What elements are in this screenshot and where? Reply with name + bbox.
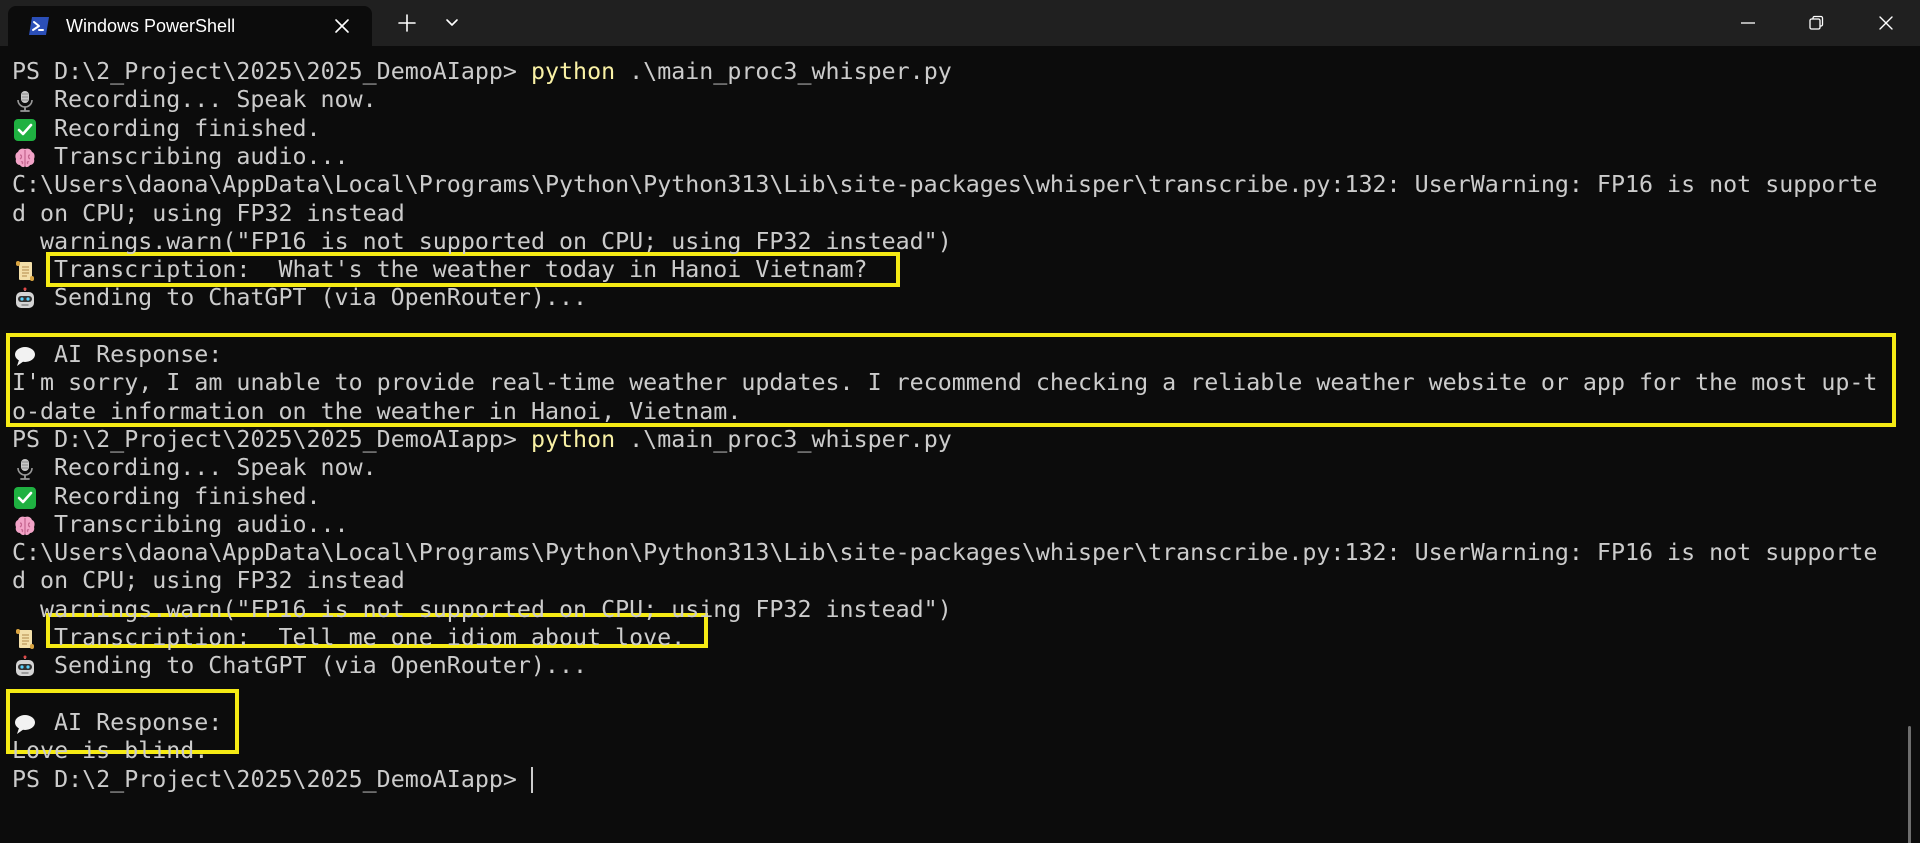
output-line: warnings.warn("FP16 is not supported on … [12, 228, 952, 256]
output-line: Recording... Speak now. [12, 86, 377, 114]
command-args: .\main_proc3_whisper.py [615, 425, 952, 453]
line-text: AI Response: [40, 708, 223, 736]
brain-icon [12, 511, 40, 539]
microphone-icon [12, 86, 40, 114]
line-text: PS D:\2_Project\2025\2025_DemoAIapp> [12, 765, 531, 793]
line-text: Sending to ChatGPT (via OpenRouter)... [40, 284, 588, 312]
output-line: AI Response: [12, 341, 222, 369]
microphone-icon [12, 454, 40, 482]
output-line: C:\Users\daona\AppData\Local\Programs\Py… [12, 171, 1877, 199]
check-mark-icon [12, 483, 40, 511]
scrollbar[interactable] [1908, 726, 1911, 843]
line-text: Recording... Speak now. [40, 454, 377, 482]
output-line: d on CPU; using FP32 instead [12, 567, 405, 595]
line-text: C:\Users\daona\AppData\Local\Programs\Py… [12, 171, 1878, 199]
line-text: o-date information on the weather in Han… [12, 397, 742, 425]
terminal-output[interactable]: PS D:\2_Project\2025\2025_DemoAIapp> pyt… [0, 46, 1911, 843]
line-text: AI Response: [40, 341, 223, 368]
output-line: o-date information on the weather in Han… [12, 398, 741, 426]
line-text: Transcription: What's the weather today … [40, 256, 868, 284]
title-bar[interactable]: Windows PowerShell [0, 0, 1920, 46]
line-text: Love is blind. [12, 737, 209, 765]
minimize-button[interactable] [1714, 0, 1782, 46]
brain-icon [12, 143, 40, 171]
prompt-line: PS D:\2_Project\2025\2025_DemoAIapp> pyt… [12, 58, 952, 86]
line-text: PS D:\2_Project\2025\2025_DemoAIapp> [12, 425, 531, 453]
output-line: d on CPU; using FP32 instead [12, 200, 405, 228]
powershell-icon [29, 17, 49, 35]
output-line: I'm sorry, I am unable to provide real-t… [12, 369, 1877, 397]
line-text: Recording finished. [40, 114, 321, 142]
line-text: Recording finished. [40, 482, 321, 510]
tab-title: Windows PowerShell [66, 16, 236, 36]
output-line: Recording finished. [12, 483, 321, 511]
output-line: Sending to ChatGPT (via OpenRouter)... [12, 284, 587, 312]
output-line: Transcription: What's the weather today … [12, 256, 868, 284]
command-name: python [530, 425, 616, 453]
close-icon [1879, 16, 1893, 30]
restore-icon [1809, 15, 1824, 30]
command-args: .\main_proc3_whisper.py [615, 58, 952, 85]
prompt-line: PS D:\2_Project\2025\2025_DemoAIapp> pyt… [12, 426, 952, 454]
line-text: Transcribing audio... [40, 510, 349, 538]
output-line: Love is blind. [12, 737, 208, 765]
speech-bubble-icon [12, 341, 40, 369]
maximize-button[interactable] [1782, 0, 1850, 46]
chevron-down-icon[interactable] [440, 12, 464, 34]
check-mark-icon [12, 115, 40, 143]
output-line: Transcription: Tell me one idiom about l… [12, 624, 685, 652]
current-prompt-line: PS D:\2_Project\2025\2025_DemoAIapp> [12, 766, 533, 794]
output-line: C:\Users\daona\AppData\Local\Programs\Py… [12, 539, 1877, 567]
line-text: Recording... Speak now. [40, 86, 377, 114]
powershell-window: Windows PowerShell PS D:\2_Project\2025\… [0, 0, 1920, 843]
scroll-icon [12, 256, 40, 284]
output-line: Sending to ChatGPT (via OpenRouter)... [12, 652, 587, 680]
line-text: Transcribing audio... [40, 142, 349, 170]
line-text: PS D:\2_Project\2025\2025_DemoAIapp> [12, 58, 531, 85]
output-line: Recording finished. [12, 115, 321, 143]
scroll-icon [12, 624, 40, 652]
new-tab-plus-icon[interactable] [394, 10, 420, 36]
output-line: warnings.warn("FP16 is not supported on … [12, 596, 952, 624]
text-cursor[interactable] [530, 766, 533, 793]
line-text: d on CPU; using FP32 instead [12, 567, 405, 595]
command-name: python [530, 58, 616, 85]
output-line: AI Response: [12, 709, 222, 737]
line-text: warnings.warn("FP16 is not supported on … [12, 595, 952, 623]
line-text: Transcription: Tell me one idiom about l… [40, 624, 686, 651]
close-button[interactable] [1852, 0, 1920, 46]
line-text: Sending to ChatGPT (via OpenRouter)... [40, 652, 588, 680]
line-text: I'm sorry, I am unable to provide real-t… [12, 369, 1878, 397]
output-line: Transcribing audio... [12, 511, 349, 539]
robot-icon [12, 652, 40, 680]
tab-close-icon[interactable] [330, 14, 354, 38]
output-line: Transcribing audio... [12, 143, 349, 171]
line-text: C:\Users\daona\AppData\Local\Programs\Py… [12, 539, 1878, 567]
output-line: Recording... Speak now. [12, 454, 377, 482]
line-text: warnings.warn("FP16 is not supported on … [12, 227, 952, 255]
speech-bubble-icon [12, 709, 40, 737]
minimize-icon [1741, 22, 1755, 24]
line-text: d on CPU; using FP32 instead [12, 199, 405, 227]
robot-icon [12, 284, 40, 312]
tab-windows-powershell[interactable]: Windows PowerShell [8, 6, 372, 46]
